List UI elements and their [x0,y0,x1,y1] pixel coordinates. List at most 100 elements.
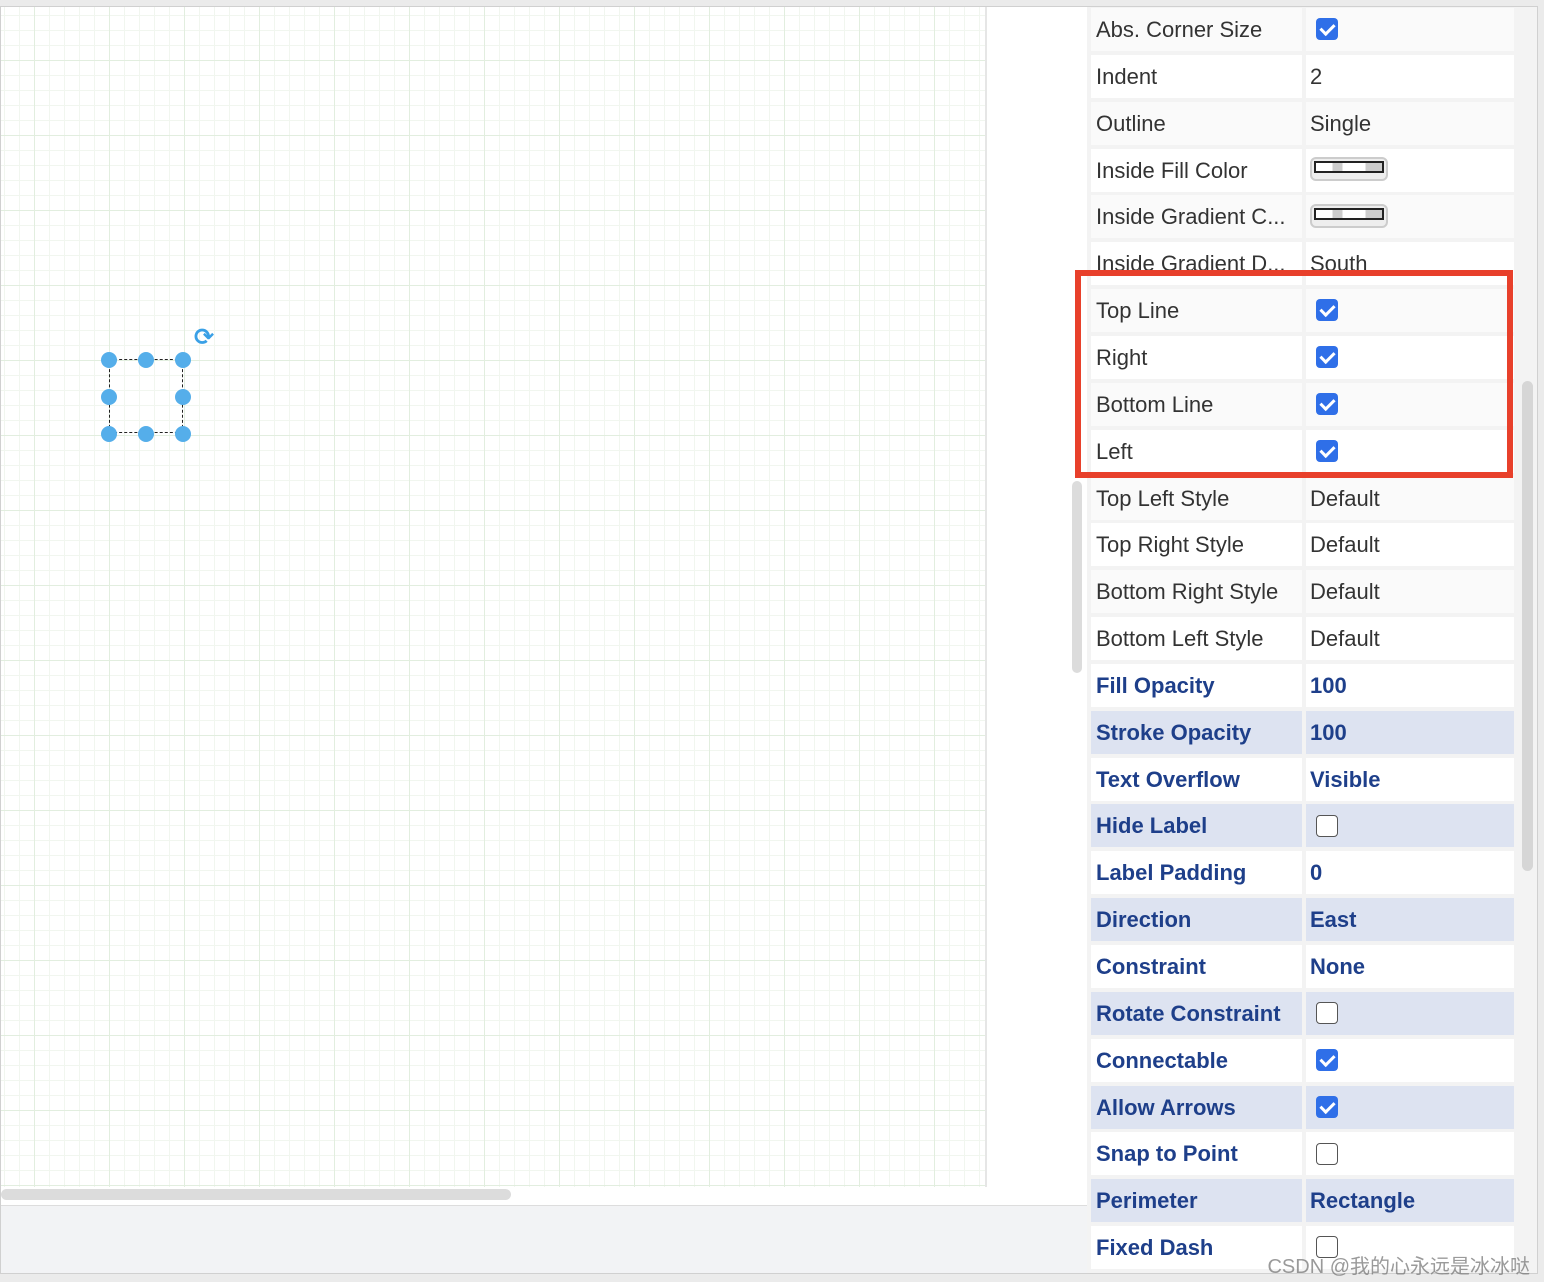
color-swatch-button[interactable] [1310,156,1388,181]
property-value[interactable]: East [1306,898,1514,942]
property-row: Bottom Line [1091,382,1515,426]
resize-handle[interactable] [101,352,117,368]
property-row: Abs. Corner Size [1091,8,1515,51]
property-value[interactable]: Single [1306,101,1514,145]
editor-window: ⟳ Abs. Corner Size Indent 2 Outline Single In… [0,6,1538,1274]
checkbox-checked[interactable] [1316,299,1338,322]
checkbox-checked[interactable] [1316,346,1338,369]
property-value[interactable] [1306,148,1514,192]
property-label: Text Overflow [1091,757,1302,801]
property-value[interactable] [1306,804,1514,848]
checkbox-checked[interactable] [1316,18,1338,41]
property-row: Fill Opacity 100 [1091,663,1515,707]
property-label: Rotate Constraint [1091,991,1302,1035]
property-label: Bottom Right Style [1091,570,1302,614]
property-value[interactable] [1306,289,1514,333]
property-value[interactable] [1306,8,1514,51]
property-row: Label Padding 0 [1091,851,1515,895]
property-value[interactable]: Default [1306,570,1514,614]
property-row: Perimeter Rectangle [1091,1179,1515,1223]
checkbox-unchecked[interactable] [1316,1142,1338,1165]
property-label: Bottom Left Style [1091,617,1302,661]
property-row: Snap to Point [1091,1132,1515,1176]
property-value[interactable] [1306,1085,1514,1129]
property-label: Left [1091,429,1302,473]
resize-handle[interactable] [101,426,117,442]
checkbox-unchecked[interactable] [1316,814,1338,837]
property-row: Top Line [1091,289,1515,333]
property-row: Inside Fill Color [1091,148,1515,192]
property-value[interactable] [1306,335,1514,379]
property-label: Bottom Line [1091,382,1302,426]
property-value[interactable] [1306,382,1514,426]
property-label: Inside Gradient C... [1091,195,1302,239]
checkbox-checked[interactable] [1316,1095,1338,1118]
property-value[interactable] [1306,1132,1514,1176]
property-value[interactable]: 100 [1306,710,1514,754]
property-row: Bottom Left Style Default [1091,617,1515,661]
property-value[interactable] [1306,195,1514,239]
property-label: Label Padding [1091,851,1302,895]
checkbox-checked[interactable] [1316,439,1338,462]
property-label: Outline [1091,101,1302,145]
property-label: Fill Opacity [1091,663,1302,707]
property-value[interactable]: 0 [1306,851,1514,895]
property-label: Allow Arrows [1091,1085,1302,1129]
property-label: Top Line [1091,289,1302,333]
property-row: Hide Label [1091,804,1515,848]
property-value[interactable]: Default [1306,476,1514,520]
property-row: Allow Arrows [1091,1085,1515,1129]
property-label: Connectable [1091,1038,1302,1082]
property-value[interactable]: South [1306,242,1514,286]
resize-handle[interactable] [101,389,117,405]
watermark: CSDN @我的心永远是冰冰哒 [1267,1256,1530,1278]
properties-scrollbar[interactable] [1522,381,1533,871]
property-row: Connectable [1091,1038,1515,1082]
color-swatch-button[interactable] [1310,203,1388,228]
resize-handle[interactable] [175,389,191,405]
rotate-icon[interactable]: ⟳ [194,323,214,352]
property-label: Direction [1091,898,1302,942]
property-label: Snap to Point [1091,1132,1302,1176]
property-row: Stroke Opacity 100 [1091,710,1515,754]
property-row: Direction East [1091,898,1515,942]
checkbox-checked[interactable] [1316,1048,1338,1071]
resize-handle[interactable] [138,352,154,368]
property-value[interactable]: Rectangle [1306,1179,1514,1223]
property-value[interactable] [1306,1038,1514,1082]
checkbox-unchecked[interactable] [1316,1002,1338,1025]
property-value[interactable]: Default [1306,617,1514,661]
property-value[interactable]: Default [1306,523,1514,567]
property-value[interactable] [1306,429,1514,473]
property-value[interactable] [1306,991,1514,1035]
selected-shape[interactable] [109,359,183,433]
property-row: Inside Gradient D... South [1091,242,1515,286]
property-label: Inside Gradient D... [1091,242,1302,286]
property-value[interactable]: Visible [1306,757,1514,801]
property-row: Constraint None [1091,945,1515,988]
property-label: Top Left Style [1091,476,1302,520]
property-row: Top Right Style Default [1091,523,1515,567]
property-label: Inside Fill Color [1091,148,1302,192]
property-row: Indent 2 [1091,54,1515,98]
property-value[interactable]: 100 [1306,663,1514,707]
property-row: Top Left Style Default [1091,476,1515,520]
property-label: Constraint [1091,945,1302,988]
property-row: Right [1091,335,1515,379]
property-value[interactable]: 2 [1306,54,1514,98]
sidebar-scrollbar[interactable] [1072,481,1082,673]
horizontal-scrollbar[interactable] [1,1189,511,1200]
property-row: Inside Gradient C... [1091,195,1515,239]
resize-handle[interactable] [175,426,191,442]
resize-handle[interactable] [138,426,154,442]
resize-handle[interactable] [175,352,191,368]
property-row: Text Overflow Visible [1091,757,1515,801]
checkbox-checked[interactable] [1316,392,1338,415]
property-label: Right [1091,335,1302,379]
property-label: Indent [1091,54,1302,98]
diagram-canvas[interactable]: ⟳ [1,7,987,1187]
property-row: Outline Single [1091,101,1515,145]
bottom-bar [1,1205,1087,1273]
property-row: Bottom Right Style Default [1091,570,1515,614]
property-value[interactable]: None [1306,945,1514,988]
